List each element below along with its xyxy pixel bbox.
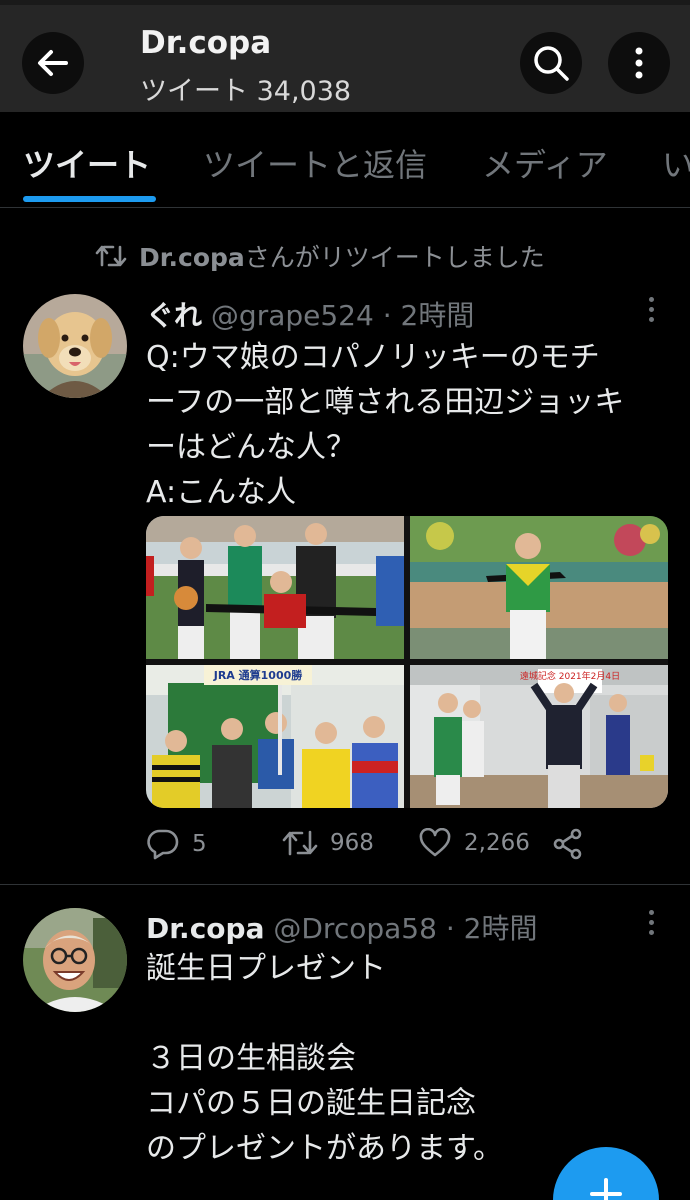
reply-icon (147, 829, 179, 860)
author-handle[interactable]: @Drcopa58 (273, 912, 437, 945)
reply-count: 5 (192, 831, 207, 857)
heart-icon (419, 828, 451, 857)
retweet-notice: Dr.copaさんがリツイートしました (95, 238, 545, 274)
avatar[interactable] (23, 908, 127, 1012)
retweet-button[interactable]: 968 (282, 828, 374, 858)
photo-sign-text-2: 遠城記念 2021年2月4日 (520, 670, 620, 682)
reply-button[interactable]: 5 (146, 828, 207, 860)
profile-name-title: Dr.copa (140, 25, 272, 61)
profile-tabs: ツイート ツイートと返信 メディア い (0, 112, 690, 208)
dog-avatar-image (23, 294, 127, 398)
share-icon (553, 828, 582, 860)
tab-tweets-and-replies[interactable]: ツイートと返信 (203, 140, 427, 186)
tweet-more-icon[interactable] (646, 297, 656, 322)
tab-tweets[interactable]: ツイート (23, 140, 151, 186)
tab-media[interactable]: メディア (482, 140, 608, 186)
media-photo-3[interactable]: JRA 通算1000勝 (146, 665, 404, 808)
tweet-count: ツイート 34,038 (140, 76, 352, 107)
tweet-media-grid[interactable]: JRA 通算1000勝 遠城記念 2021年2月4日 (146, 516, 668, 808)
like-count: 2,266 (464, 830, 530, 856)
more-options-button[interactable] (608, 32, 670, 94)
back-button[interactable] (22, 32, 84, 94)
media-photo-1[interactable] (146, 516, 404, 659)
active-tab-indicator (23, 196, 156, 202)
media-photo-2[interactable] (410, 516, 668, 659)
tweet-time: · 2時間 (445, 912, 538, 945)
tweet-divider (0, 884, 690, 885)
retweet-icon (282, 830, 318, 856)
tweet-actions: 5 968 2,266 (146, 828, 606, 868)
photo-sign-text: JRA 通算1000勝 (213, 668, 304, 682)
person-avatar-image (23, 908, 127, 1012)
tweet-text: 誕生日プレゼント ３日の生相談会 コパの５日の誕生日記念 のプレゼントがあります… (146, 951, 503, 1166)
author-name[interactable]: ぐれ (146, 299, 202, 332)
retweeter-name[interactable]: Dr.copa (139, 243, 245, 272)
share-button[interactable] (552, 828, 584, 860)
top-app-bar: Dr.copa ツイート 34,038 (0, 0, 690, 112)
like-button[interactable]: 2,266 (418, 828, 530, 858)
retweet-icon (95, 245, 127, 267)
search-icon (534, 46, 569, 81)
tweet-time: · 2時間 (382, 299, 475, 332)
tweet-text: Q:ウマ娘のコパノリッキーのモチ ーフの一部と噂される田辺ジョッキ ーはどんな人… (146, 340, 625, 510)
back-arrow-icon (38, 50, 68, 76)
retweet-count: 968 (330, 830, 374, 856)
author-handle[interactable]: @grape524 (211, 299, 374, 332)
compose-plus-icon (590, 1178, 622, 1200)
media-photo-4[interactable]: 遠城記念 2021年2月4日 (410, 665, 668, 808)
tweet-author-line: ぐれ @grape524 · 2時間 (146, 294, 474, 334)
avatar[interactable] (23, 294, 127, 398)
search-button[interactable] (520, 32, 582, 94)
tweet-author-line: Dr.copa @Drcopa58 · 2時間 (146, 907, 537, 947)
retweet-notice-text: さんがリツイートしました (244, 243, 545, 272)
author-name[interactable]: Dr.copa (146, 912, 264, 945)
tab-likes[interactable]: い (662, 140, 690, 186)
tweet-more-icon[interactable] (646, 910, 656, 935)
compose-tweet-button[interactable] (553, 1147, 659, 1200)
more-vertical-icon (635, 47, 643, 79)
